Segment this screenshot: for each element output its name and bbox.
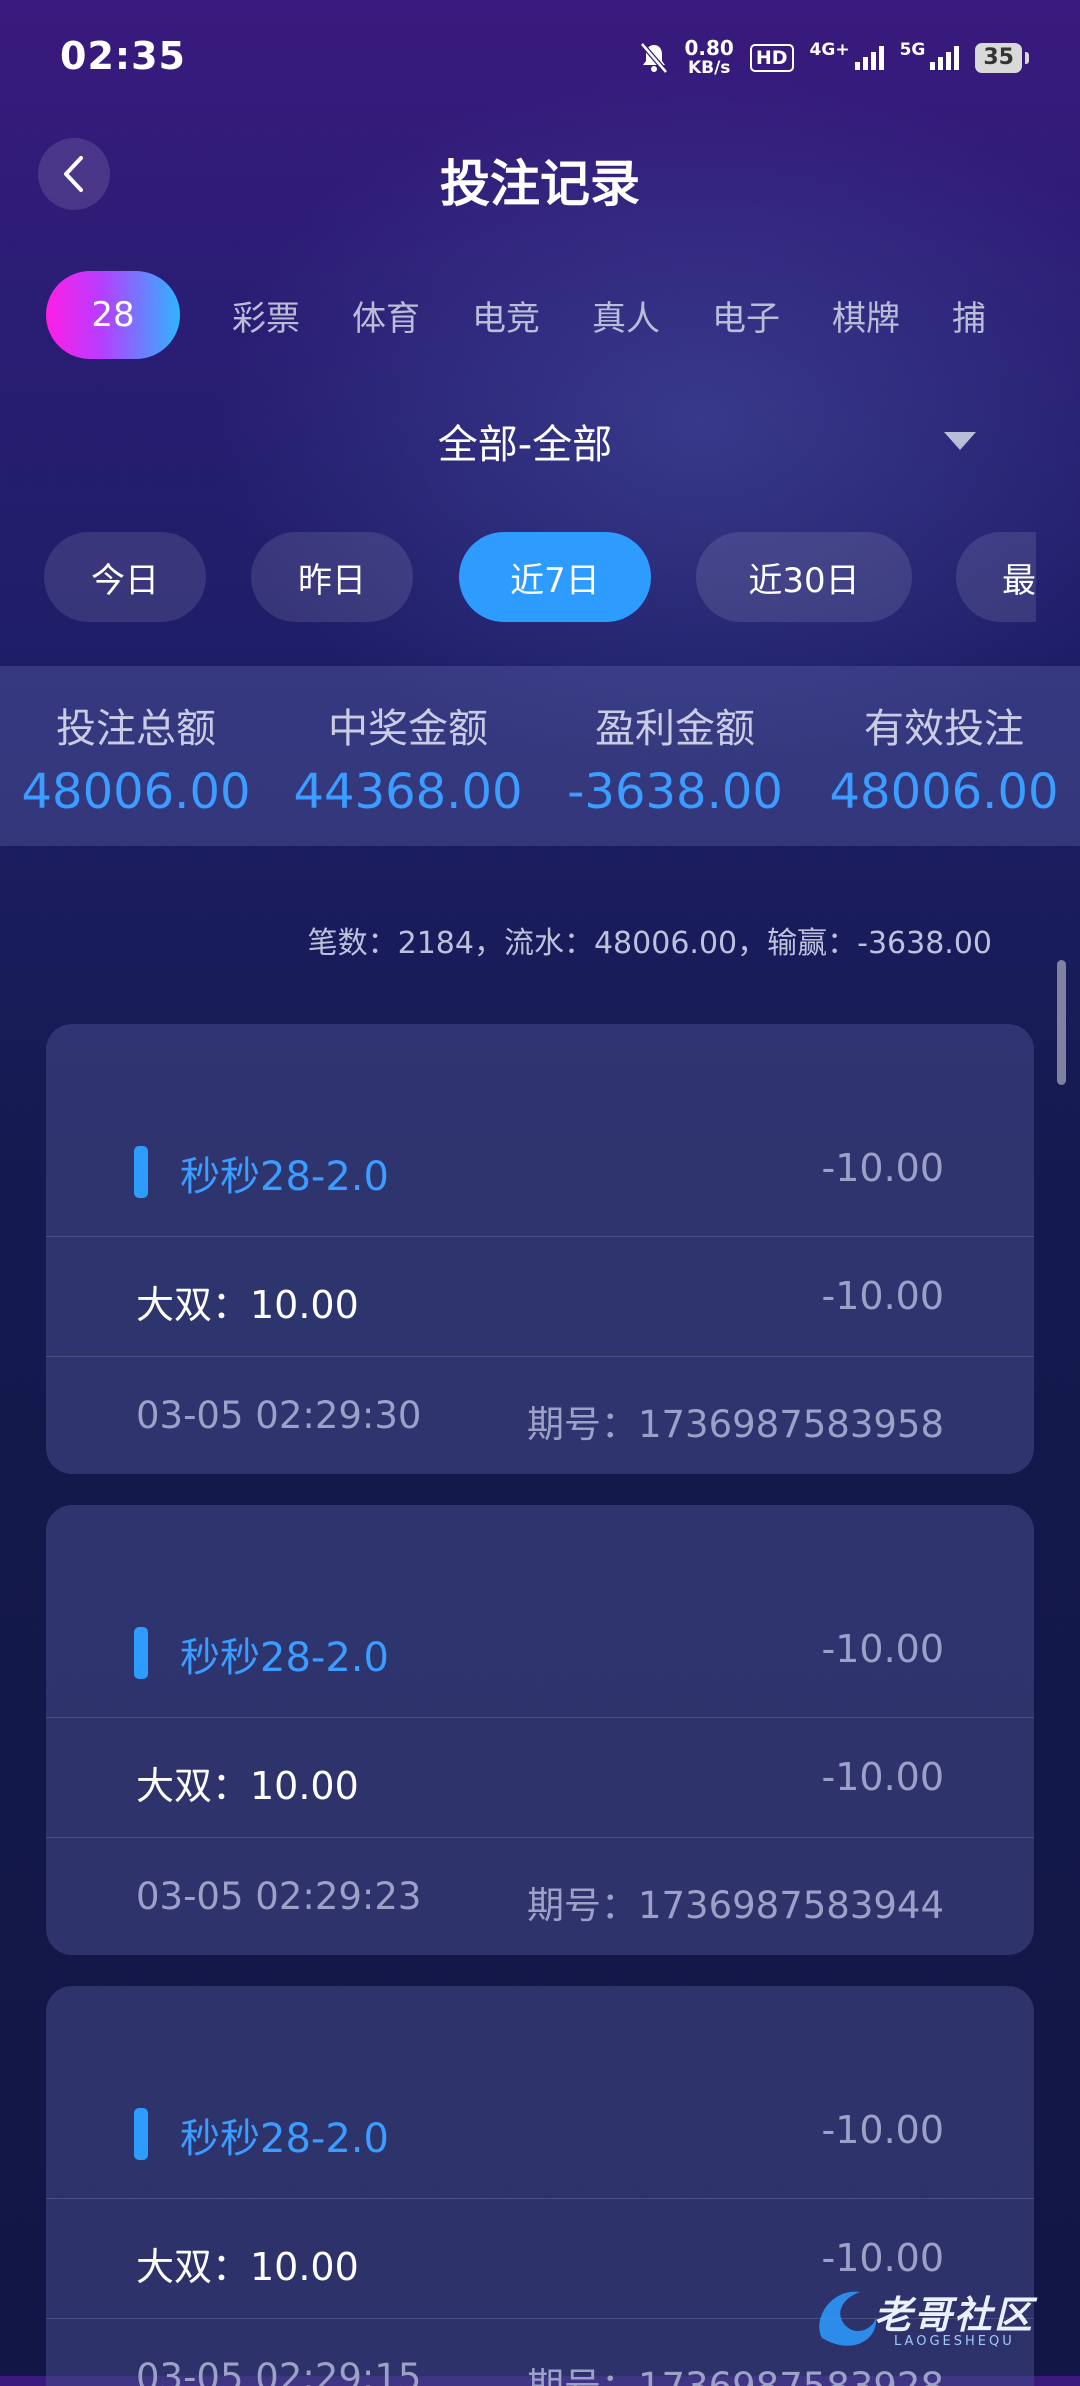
sim1-label: 4G+ bbox=[809, 40, 850, 60]
sim2-label: 5G bbox=[899, 40, 926, 60]
record-bet-amount: -10.00 bbox=[821, 1274, 945, 1318]
tab-live[interactable]: 真人 bbox=[592, 291, 660, 340]
signal-sim1-icon: 4G+ bbox=[810, 40, 884, 70]
battery-icon: 35 bbox=[975, 43, 1029, 73]
record-amount: -10.00 bbox=[821, 1627, 945, 1671]
record-header: 秒秒28-2.0 -10.00 bbox=[46, 1986, 1034, 2199]
summary-strip: 投注总额 48006.00 中奖金额 44368.00 盈利金额 -3638.0… bbox=[0, 666, 1080, 846]
stats-line: 笔数：2184，流水：48006.00，输赢：-3638.00 bbox=[307, 926, 992, 961]
date-today[interactable]: 今日 bbox=[44, 532, 206, 622]
record-time: 03-05 02:29:30 bbox=[136, 1394, 422, 1437]
tab-fishing[interactable]: 捕 bbox=[952, 291, 986, 340]
hd-voice-icon: HD bbox=[749, 44, 794, 72]
caret-down-icon bbox=[944, 432, 976, 450]
tab-esports[interactable]: 电竞 bbox=[472, 291, 540, 340]
record-game: 秒秒28-2.0 bbox=[180, 2116, 389, 2162]
filter-label: 全部-全部 bbox=[437, 422, 613, 468]
page-title: 投注记录 bbox=[440, 155, 640, 213]
summary-valid-bet: 有效投注 48006.00 bbox=[808, 666, 1080, 846]
date-yesterday[interactable]: 昨日 bbox=[251, 532, 413, 622]
record-game: 秒秒28-2.0 bbox=[180, 1635, 389, 1681]
tab-sports[interactable]: 体育 bbox=[352, 291, 420, 340]
record-card[interactable]: 秒秒28-2.0 -10.00 大双：10.00 -10.00 03-05 02… bbox=[46, 1505, 1034, 1955]
summary-value: 48006.00 bbox=[829, 764, 1059, 820]
summary-win-amount: 中奖金额 44368.00 bbox=[272, 666, 544, 846]
watermark-text: 老哥社区 bbox=[874, 2293, 1035, 2337]
record-header: 秒秒28-2.0 -10.00 bbox=[46, 1024, 1034, 1237]
summary-label: 中奖金额 bbox=[328, 706, 488, 752]
game-filter-dropdown[interactable]: 全部-全部 bbox=[0, 412, 1080, 482]
record-bet-row: 大双：10.00 -10.00 bbox=[46, 1236, 1034, 1357]
summary-value: 44368.00 bbox=[293, 764, 523, 820]
summary-total-bet: 投注总额 48006.00 bbox=[0, 666, 272, 846]
net-speed-value: 0.80 bbox=[684, 36, 734, 60]
summary-value: -3638.00 bbox=[567, 764, 783, 820]
tab-28[interactable]: 28 bbox=[46, 271, 180, 359]
tab-lottery[interactable]: 彩票 bbox=[232, 291, 300, 340]
record-bet-amount: -10.00 bbox=[821, 1755, 945, 1799]
summary-value: 48006.00 bbox=[21, 764, 251, 820]
summary-label: 盈利金额 bbox=[595, 706, 755, 752]
scrollbar[interactable] bbox=[1057, 960, 1066, 1085]
summary-label: 有效投注 bbox=[864, 706, 1024, 752]
record-bet: 大双：10.00 bbox=[136, 2245, 359, 2289]
tab-electronic[interactable]: 电子 bbox=[712, 291, 780, 340]
summary-profit: 盈利金额 -3638.00 bbox=[540, 666, 810, 846]
record-bet-row: 大双：10.00 -10.00 bbox=[46, 1717, 1034, 1838]
dragon-icon bbox=[819, 2291, 877, 2346]
record-game: 秒秒28-2.0 bbox=[180, 1154, 389, 1200]
record-amount: -10.00 bbox=[821, 2108, 945, 2152]
record-bet: 大双：10.00 bbox=[136, 1764, 359, 1808]
summary-label: 投注总额 bbox=[56, 706, 216, 752]
record-amount: -10.00 bbox=[821, 1146, 945, 1190]
date-7days[interactable]: 近7日 bbox=[459, 532, 651, 622]
category-tabs: 28 彩票 体育 电竞 真人 电子 棋牌 捕 bbox=[46, 270, 1080, 360]
net-speed-unit: KB/s bbox=[687, 58, 731, 78]
record-card[interactable]: 秒秒28-2.0 -10.00 大双：10.00 -10.00 03-05 02… bbox=[46, 1024, 1034, 1474]
date-more[interactable]: 最 bbox=[956, 532, 1036, 622]
record-bet-amount: -10.00 bbox=[821, 2236, 945, 2280]
signal-sim2-icon: 5G bbox=[900, 40, 960, 70]
accent-bar bbox=[134, 1627, 148, 1679]
status-bar: 02:35 0.80 KB/s HD 4G+ 5G 35 bbox=[0, 0, 1080, 110]
record-issue: 期号：1736987583958 bbox=[526, 1403, 944, 1446]
record-header: 秒秒28-2.0 -10.00 bbox=[46, 1505, 1034, 1718]
record-meta-row: 03-05 02:29:23 期号：1736987583944 bbox=[46, 1837, 1034, 1955]
network-speed: 0.80 KB/s bbox=[685, 38, 734, 78]
record-bet: 大双：10.00 bbox=[136, 1283, 359, 1327]
tab-chess[interactable]: 棋牌 bbox=[832, 291, 900, 340]
mute-bell-icon bbox=[639, 42, 668, 74]
record-meta-row: 03-05 02:29:30 期号：1736987583958 bbox=[46, 1356, 1034, 1474]
watermark-subtext: LAOGESHEQU bbox=[894, 2334, 1015, 2349]
accent-bar bbox=[134, 1146, 148, 1198]
header: 投注记录 bbox=[0, 130, 1080, 220]
watermark-logo: 老哥社区 LAOGESHEQU bbox=[812, 2278, 1058, 2362]
accent-bar bbox=[134, 2108, 148, 2160]
record-time: 03-05 02:29:23 bbox=[136, 1875, 422, 1918]
record-issue: 期号：1736987583944 bbox=[526, 1884, 944, 1927]
date-range-filters: 今日 昨日 近7日 近30日 最 bbox=[44, 532, 1036, 624]
system-icons: 0.80 KB/s HD 4G+ 5G 35 bbox=[639, 38, 1029, 78]
status-time: 02:35 bbox=[60, 34, 186, 78]
date-30days[interactable]: 近30日 bbox=[696, 532, 912, 622]
record-time: 03-05 02:29:15 bbox=[136, 2356, 422, 2386]
